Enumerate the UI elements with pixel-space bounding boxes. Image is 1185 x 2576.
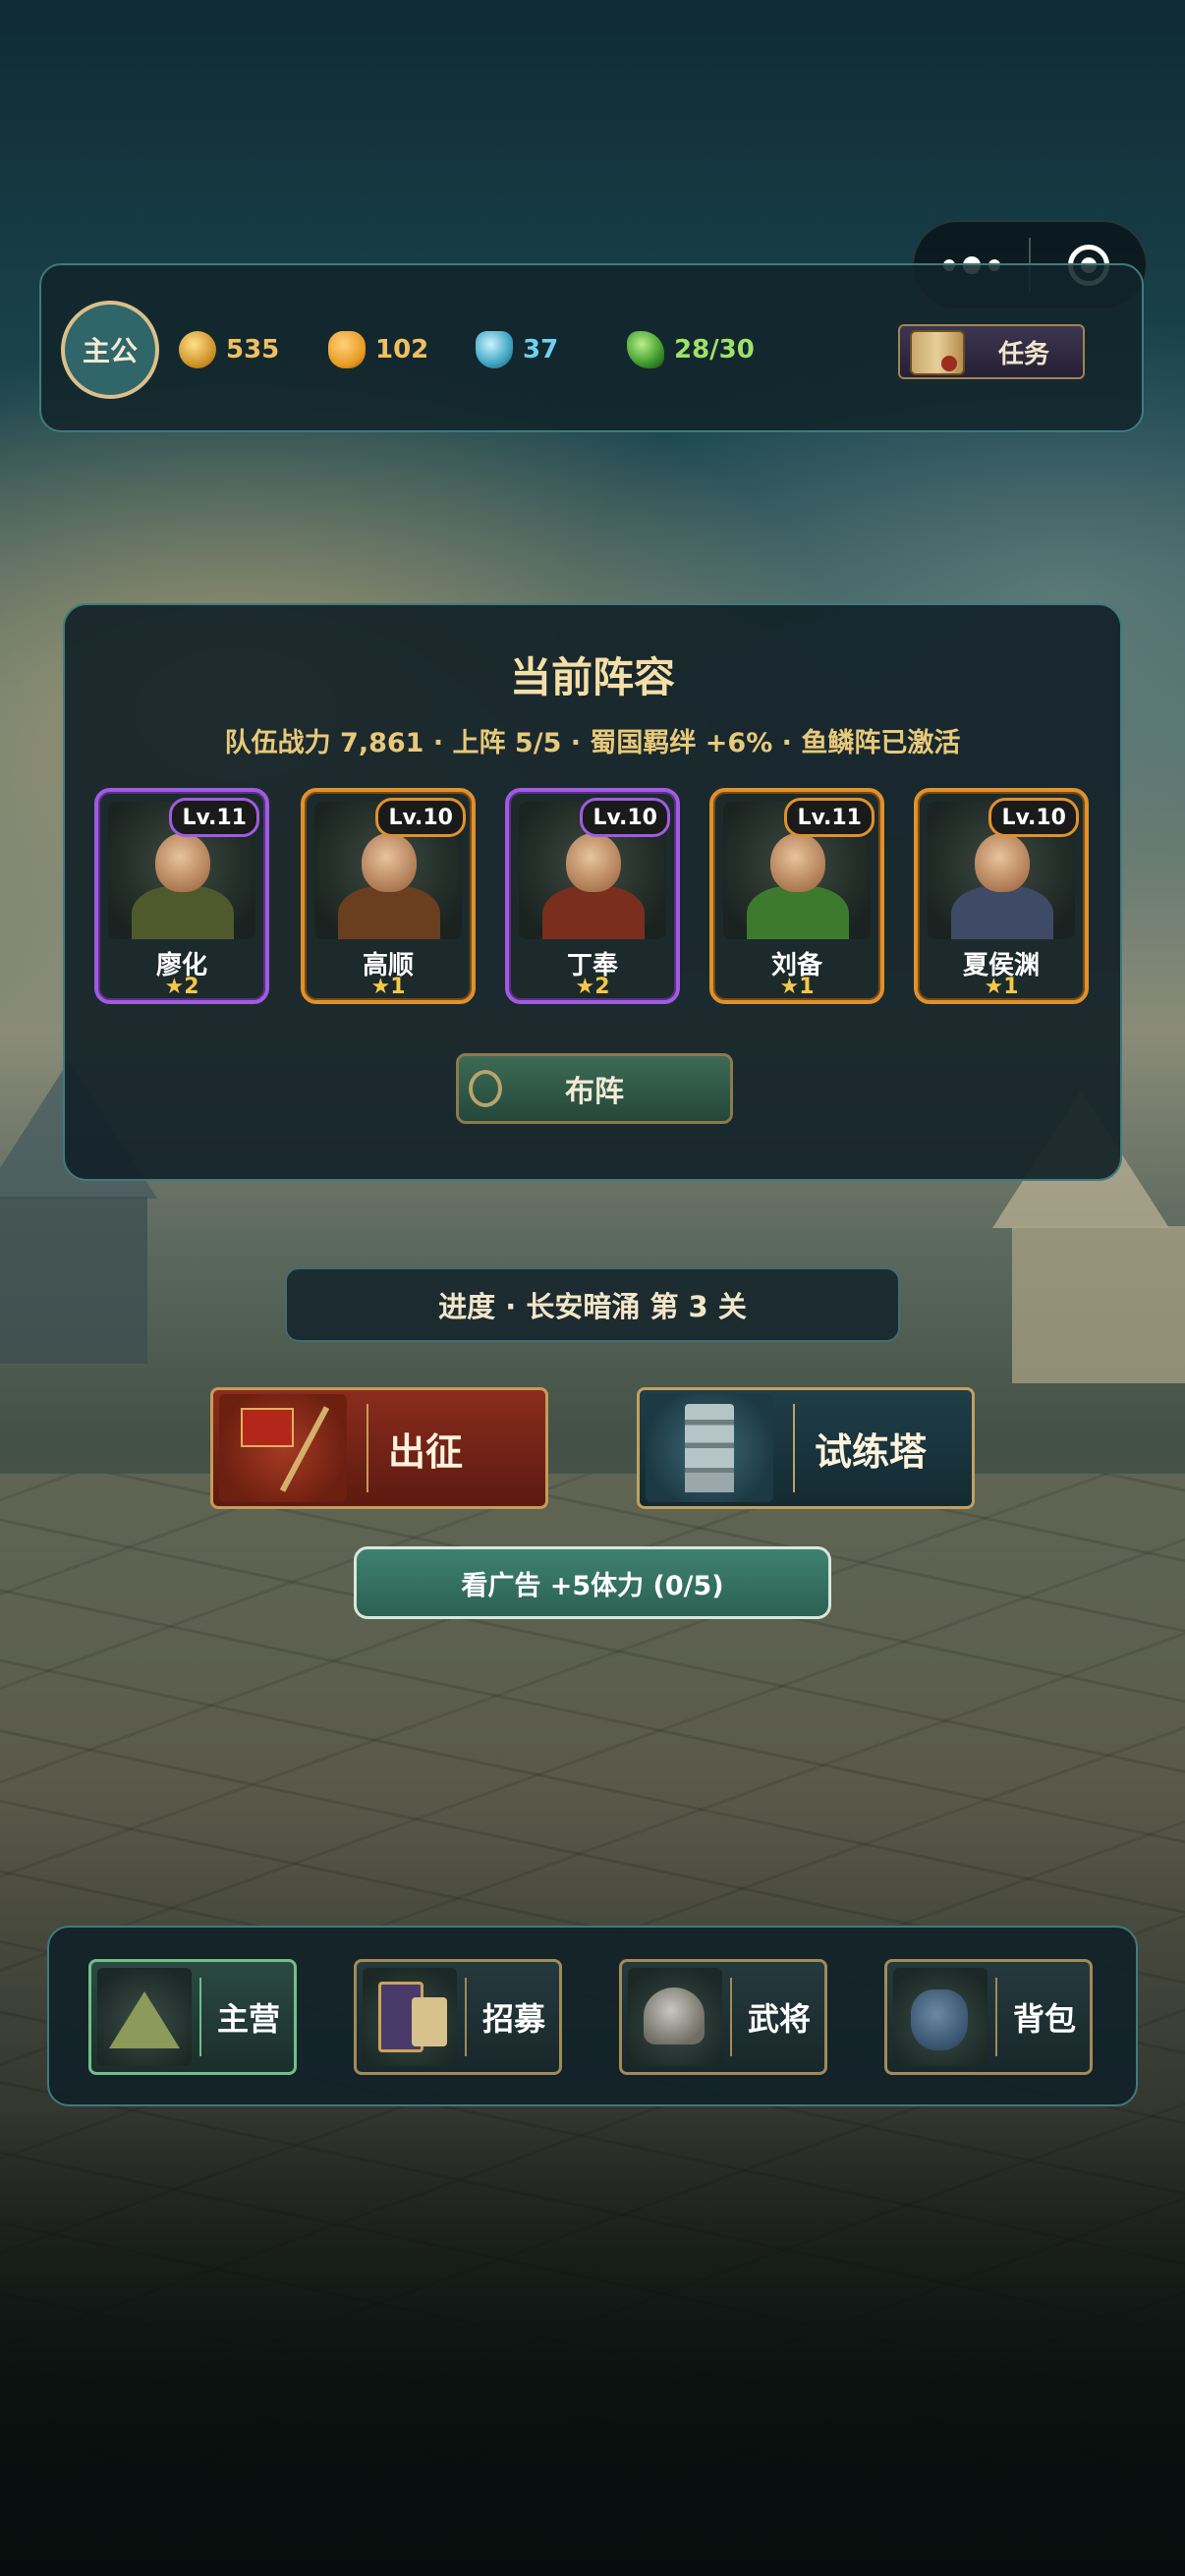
hero-level: Lv.10: [988, 798, 1079, 837]
hero-stars: ★1: [370, 975, 406, 999]
tent-right-body: [1012, 1226, 1185, 1383]
hero-stars: ★2: [575, 975, 610, 999]
coin-icon: [179, 331, 216, 368]
hero-card[interactable]: Lv.10 高顺 ★1: [301, 788, 476, 1004]
stamina-icon: [627, 331, 664, 368]
player-avatar[interactable]: 主公: [61, 301, 159, 399]
hero-card[interactable]: Lv.10 丁奉 ★2: [505, 788, 680, 1004]
nav-label: 背包: [1013, 2000, 1077, 2038]
nav-divider: [995, 1978, 997, 2056]
gold-value: 102: [375, 335, 429, 364]
helmet-icon: [628, 1968, 722, 2066]
jade-value: 37: [523, 335, 559, 364]
nav-label: 武将: [748, 2000, 812, 2038]
hero-level: Lv.10: [580, 798, 670, 837]
stamina-value: 28/30: [674, 335, 755, 364]
hero-card[interactable]: Lv.11 廖化 ★2: [94, 788, 269, 1004]
resource-gold: 102: [328, 330, 428, 369]
expedition-button[interactable]: 出征: [210, 1387, 548, 1509]
hero-level: Lv.11: [784, 798, 875, 837]
lineup-stats: 队伍战力 7,861 · 上阵 5/5 · 蜀国羁绊 +6% · 鱼鳞阵已激活: [224, 728, 961, 758]
bag-icon: [893, 1968, 988, 2066]
hero-stars: ★1: [779, 975, 815, 999]
jade-icon: [476, 331, 513, 368]
watch-ad-stamina-button[interactable]: 看广告 +5体力 (0/5): [354, 1546, 831, 1619]
task-label: 任务: [997, 339, 1049, 369]
hero-card[interactable]: Lv.11 刘备 ★1: [709, 788, 884, 1004]
resource-coin: 535: [179, 330, 279, 369]
nav-main-camp[interactable]: 主营: [88, 1959, 297, 2075]
deploy-label: 布阵: [565, 1075, 624, 1109]
expedition-divider: [367, 1404, 368, 1492]
nav-divider: [465, 1978, 467, 2056]
nav-backpack[interactable]: 背包: [884, 1959, 1093, 2075]
lineup-title: 当前阵容: [509, 653, 675, 701]
nav-label: 主营: [217, 2000, 281, 2038]
tent-left-body: [0, 1197, 147, 1364]
hero-level: Lv.10: [375, 798, 466, 837]
hero-level: Lv.11: [169, 798, 259, 837]
deploy-formation-button[interactable]: 布阵: [456, 1053, 733, 1124]
coin-value: 535: [226, 335, 280, 364]
hero-card[interactable]: Lv.10 夏侯渊 ★1: [914, 788, 1089, 1004]
formation-icon: [469, 1070, 502, 1107]
nav-divider: [730, 1978, 732, 2056]
resource-jade: 37: [476, 330, 558, 369]
tower-label: 试练塔: [815, 1429, 928, 1474]
camp-tent-icon: [97, 1968, 192, 2066]
war-banner-icon: [219, 1394, 347, 1502]
foreground-grass: [0, 2112, 1185, 2576]
nav-divider: [199, 1978, 201, 2056]
expedition-label: 出征: [388, 1429, 464, 1474]
scroll-icon: [910, 330, 965, 375]
hero-stars: ★1: [984, 975, 1019, 999]
nav-recruit[interactable]: 招募: [354, 1959, 562, 2075]
resource-stamina: 28/30: [627, 330, 755, 369]
hero-stars: ★2: [164, 975, 199, 999]
bottom-nav: 主营 招募 武将 背包: [47, 1926, 1138, 2106]
tower-divider: [793, 1404, 795, 1492]
nav-label: 招募: [482, 2000, 546, 2038]
lineup-panel: 当前阵容 队伍战力 7,861 · 上阵 5/5 · 蜀国羁绊 +6% · 鱼鳞…: [63, 603, 1122, 1181]
recruit-card-icon: [363, 1968, 457, 2066]
nav-generals[interactable]: 武将: [619, 1959, 827, 2075]
trial-tower-button[interactable]: 试练塔: [637, 1387, 975, 1509]
gold-ingot-icon: [328, 331, 366, 368]
stage-progress: 进度 · 长安暗涌 第 3 关: [285, 1267, 900, 1342]
pagoda-icon: [646, 1394, 773, 1502]
task-button[interactable]: 任务: [898, 324, 1085, 379]
resource-bar: 主公 535 102 37 28/30 任务: [39, 263, 1144, 432]
